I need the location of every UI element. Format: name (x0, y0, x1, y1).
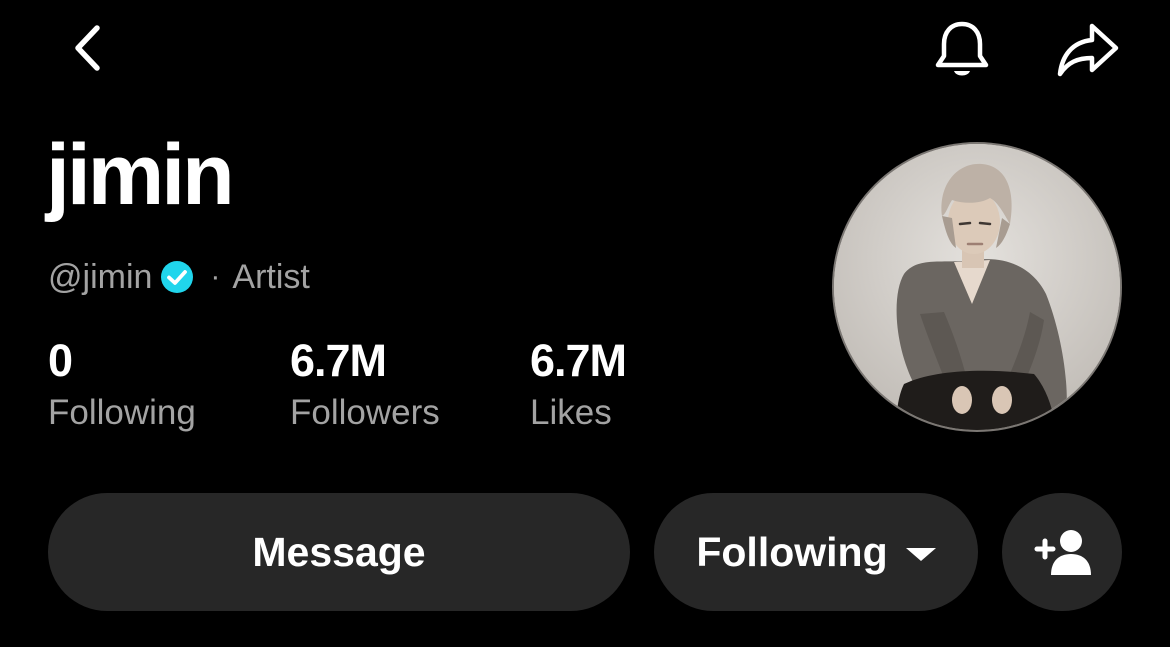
following-count: 0 (48, 335, 73, 386)
share-arrow-icon (1057, 23, 1119, 77)
likes-label: Likes (530, 393, 612, 432)
stat-followers[interactable]: 6.7M Followers (290, 338, 440, 430)
avatar[interactable] (834, 144, 1120, 430)
message-button[interactable]: Message (48, 493, 630, 611)
message-label: Message (252, 528, 426, 575)
username: @jimin (48, 257, 153, 296)
followers-count: 6.7M (290, 335, 387, 386)
chevron-left-icon (75, 25, 100, 71)
verified-badge-icon (160, 260, 194, 294)
back-button[interactable] (62, 20, 114, 76)
following-button-label: Following (696, 528, 888, 575)
share-button[interactable] (1054, 20, 1124, 80)
add-user-icon (1034, 530, 1091, 575)
stat-following[interactable]: 0 Following (48, 338, 196, 430)
caret-down-icon (905, 547, 936, 561)
following-label: Following (48, 393, 196, 432)
handle-row: @jimin · Artist (48, 256, 310, 298)
following-dropdown-button[interactable]: Following (654, 493, 978, 611)
notifications-button[interactable] (930, 17, 994, 83)
followers-label: Followers (290, 393, 440, 432)
add-friend-button[interactable] (1002, 493, 1122, 611)
display-name: jimin (46, 127, 235, 223)
category-label[interactable]: Artist (232, 258, 309, 297)
likes-count: 6.7M (530, 335, 627, 386)
bell-icon (935, 21, 989, 76)
separator-dot: · (210, 260, 221, 293)
avatar-photo (834, 144, 1120, 430)
stat-likes[interactable]: 6.7M Likes (530, 335, 627, 432)
